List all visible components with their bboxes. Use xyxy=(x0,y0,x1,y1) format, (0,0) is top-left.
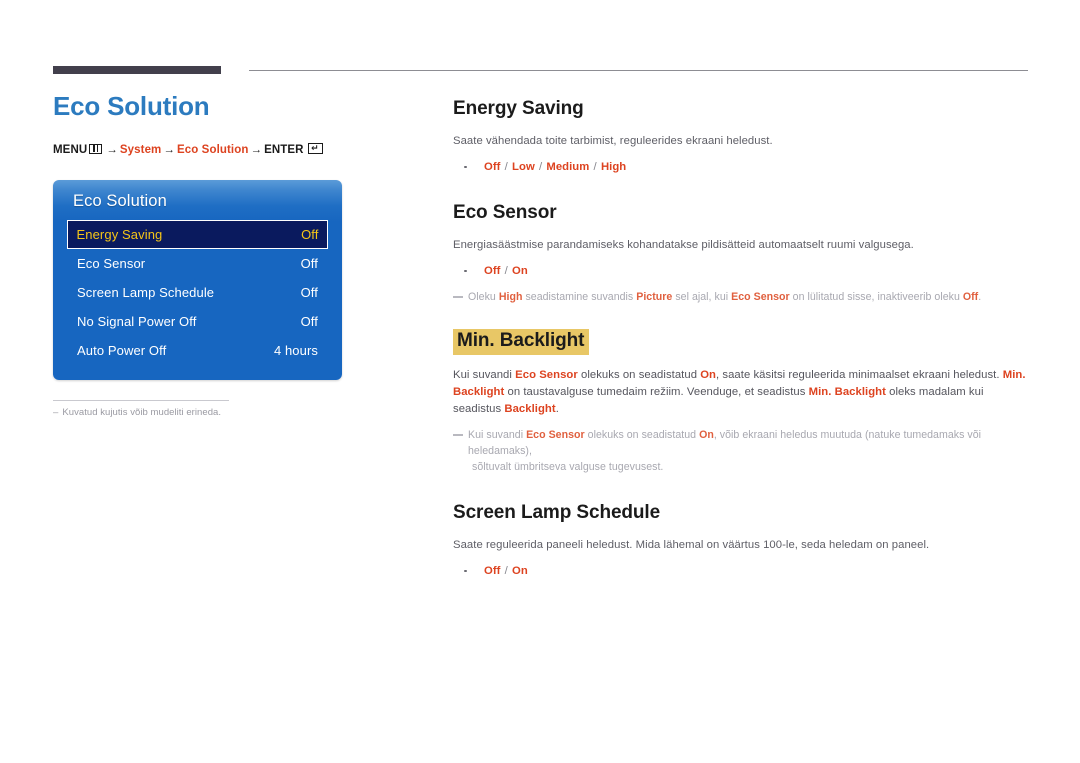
option-list-item[interactable]: Off / On xyxy=(453,262,1031,280)
option-on[interactable]: On xyxy=(512,265,528,277)
section-energy-saving: Energy Saving Saate vähendada toite tarb… xyxy=(453,98,1031,176)
section-title: Min. Backlight xyxy=(453,329,590,355)
osd-row-label: Auto Power Off xyxy=(77,343,167,358)
section-options: Off / On xyxy=(453,262,1031,280)
osd-footnote-text: Kuvatud kujutis võib mudeliti erineda. xyxy=(62,407,222,418)
option-off[interactable]: Off xyxy=(484,265,500,277)
header-rule-thick xyxy=(53,66,221,74)
option-low[interactable]: Low xyxy=(512,161,535,173)
osd-footnote: – Kuvatud kujutis võib mudeliti erineda. xyxy=(53,407,373,418)
note-keyword-off: Off xyxy=(962,290,979,303)
breadcrumb-arrow-2: → xyxy=(163,143,175,156)
osd-row-label: Screen Lamp Schedule xyxy=(77,285,215,300)
osd-row-value: Off xyxy=(300,285,318,300)
osd-menu-list: Energy Saving Off Eco Sensor Off Screen … xyxy=(53,220,342,365)
osd-row-auto-power-off[interactable]: Auto Power Off 4 hours xyxy=(67,336,328,365)
breadcrumb: MENU → System → Eco Solution → ENTER ↵ xyxy=(53,142,403,156)
osd-row-energy-saving[interactable]: Energy Saving Off xyxy=(67,220,328,249)
section-body: Energiasäästmise parandamiseks kohandata… xyxy=(453,238,914,251)
osd-row-value: Off xyxy=(300,314,318,329)
section-options: Off / On xyxy=(453,562,1031,580)
option-list-item[interactable]: Off / Low / Medium / High xyxy=(453,158,1031,176)
note-keyword-eco-sensor: Eco Sensor xyxy=(731,290,790,303)
section-options: Off / Low / Medium / High xyxy=(453,158,1031,176)
note-keyword-on: On xyxy=(699,428,714,441)
section-min-backlight: Min. Backlight Kui suvandi Eco Sensor ol… xyxy=(453,329,1031,476)
section-title: Energy Saving xyxy=(453,98,584,119)
option-high[interactable]: High xyxy=(601,161,626,173)
section-body: Kui suvandi Eco Sensor olekuks on seadis… xyxy=(453,368,1026,415)
enter-arrow-glyph: ↵ xyxy=(311,143,319,154)
osd-row-screen-lamp-schedule[interactable]: Screen Lamp Schedule Off xyxy=(67,278,328,307)
section-note: Kui suvandi Eco Sensor olekuks on seadis… xyxy=(453,427,1031,476)
note-keyword-eco-sensor: Eco Sensor xyxy=(526,428,585,441)
body-keyword-on: On xyxy=(700,368,717,381)
breadcrumb-arrow-1: → xyxy=(106,143,118,156)
breadcrumb-step-system[interactable]: System xyxy=(120,144,162,156)
breadcrumb-menu-label: MENU xyxy=(53,143,88,156)
document-page: Eco Solution MENU → System → Eco Solution → EN… xyxy=(0,0,1080,763)
page-title: Eco Solution xyxy=(53,91,210,121)
osd-row-value: Off xyxy=(300,256,318,271)
option-off[interactable]: Off xyxy=(484,161,500,173)
osd-menu-title: Eco Solution xyxy=(73,192,167,210)
left-column: Eco Solution MENU → System → Eco Solution → EN… xyxy=(53,92,403,156)
right-column: Energy Saving Saate vähendada toite tarb… xyxy=(453,98,1031,580)
osd-row-label: Eco Sensor xyxy=(77,256,146,271)
osd-footnote-rule xyxy=(53,400,229,401)
enter-key-icon: ↵ xyxy=(307,142,323,154)
section-note: Oleku High seadistamine suvandis Picture… xyxy=(453,289,1031,305)
body-keyword-backlight: Backlight xyxy=(504,402,556,415)
option-off[interactable]: Off xyxy=(484,565,500,577)
breadcrumb-arrow-3: → xyxy=(250,143,263,156)
header-rule-thin xyxy=(249,70,1028,71)
section-body: Saate reguleerida paneeli heledust. Mida… xyxy=(453,538,930,551)
osd-row-no-signal-power-off[interactable]: No Signal Power Off Off xyxy=(67,307,328,336)
osd-row-eco-sensor[interactable]: Eco Sensor Off xyxy=(67,249,328,278)
section-body: Saate vähendada toite tarbimist, regulee… xyxy=(453,134,773,147)
option-on[interactable]: On xyxy=(512,565,528,577)
osd-row-label: No Signal Power Off xyxy=(77,314,197,329)
osd-menu-screenshot: Eco Solution Energy Saving Off Eco Senso… xyxy=(53,180,342,380)
osd-row-value: 4 hours xyxy=(273,343,318,358)
body-keyword-min-backlight-2: Min. Backlight xyxy=(808,385,886,398)
menu-grid-icon xyxy=(89,143,103,154)
section-title: Screen Lamp Schedule xyxy=(453,501,661,523)
option-medium[interactable]: Medium xyxy=(546,161,589,173)
option-list-item[interactable]: Off / On xyxy=(453,562,1031,580)
section-screen-lamp-schedule: Screen Lamp Schedule Saate reguleerida p… xyxy=(453,502,1031,580)
section-title: Eco Sensor xyxy=(453,201,557,223)
note-line-2: sõltuvalt ümbritseva valguse tugevusest. xyxy=(472,461,664,474)
breadcrumb-enter-label: ENTER xyxy=(264,143,304,156)
breadcrumb-step-eco-solution[interactable]: Eco Solution xyxy=(177,144,248,156)
osd-footnote-dash: – xyxy=(53,407,59,418)
note-keyword-picture: Picture xyxy=(636,290,673,303)
note-keyword-high: High xyxy=(498,290,523,303)
osd-row-label: Energy Saving xyxy=(76,227,163,242)
section-eco-sensor: Eco Sensor Energiasäästmise parandamisek… xyxy=(453,202,1031,305)
body-keyword-eco-sensor: Eco Sensor xyxy=(515,368,578,381)
osd-row-value: Off xyxy=(301,227,319,242)
